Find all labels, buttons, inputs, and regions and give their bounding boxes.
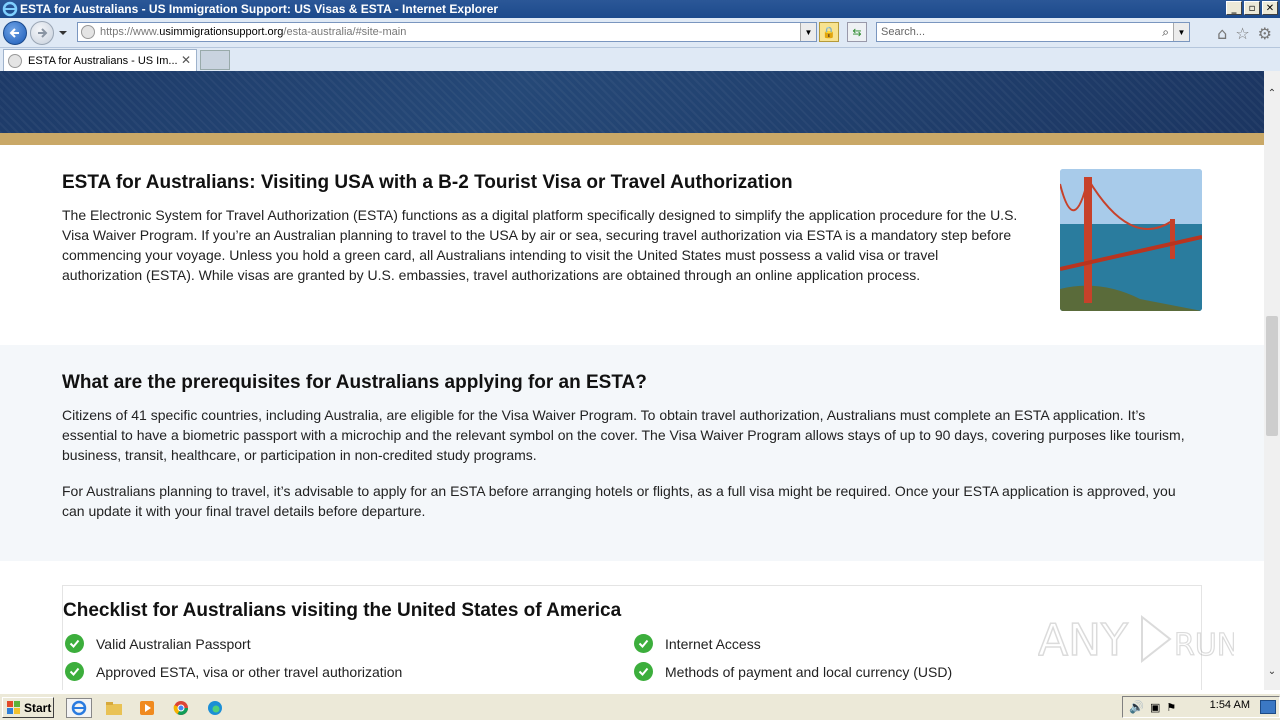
golden-gate-bridge-image <box>1060 169 1202 311</box>
taskbar-explorer-folder-icon[interactable] <box>104 698 124 718</box>
address-bar[interactable]: https://www. usimmigrationsupport.org /e… <box>77 22 817 42</box>
system-tray: 🔊 ▣ ⚑ <box>1122 696 1280 718</box>
favorites-star-icon[interactable]: ☆ <box>1235 24 1249 43</box>
new-tab-button[interactable] <box>200 50 230 70</box>
tab-close-icon[interactable]: ✕ <box>181 53 191 67</box>
action-center-flag-icon[interactable]: ⚑ <box>1166 701 1176 714</box>
prerequisites-heading: What are the prerequisites for Australia… <box>62 372 647 393</box>
window-title: ESTA for Australians - US Immigration Su… <box>20 2 499 16</box>
intro-section: ESTA for Australians: Visiting USA with … <box>0 145 1264 345</box>
recent-pages-dropdown-icon[interactable] <box>58 28 68 38</box>
back-button[interactable] <box>3 21 27 45</box>
scrollbar-thumb[interactable] <box>1266 316 1278 436</box>
tab-favicon-icon <box>8 53 22 68</box>
windows-taskbar: Start 🔊 ▣ ⚑ 1:54 AM <box>0 693 1280 720</box>
bridge-illustration <box>1060 169 1202 311</box>
site-favicon-icon <box>81 25 95 39</box>
maximize-button[interactable]: ▫ <box>1244 1 1260 15</box>
checklist-item: Internet Access <box>634 634 761 653</box>
check-icon <box>634 634 653 653</box>
scroll-up-icon[interactable]: ⌃ <box>1264 85 1280 101</box>
network-icon[interactable]: ▣ <box>1150 701 1160 714</box>
security-lock-icon[interactable]: 🔒 <box>819 22 839 42</box>
search-placeholder: Search... <box>881 26 926 38</box>
intro-heading: ESTA for Australians: Visiting USA with … <box>62 172 793 193</box>
hero-banner <box>0 71 1264 133</box>
taskbar-edge-icon[interactable] <box>205 698 225 718</box>
tab-esta-australians[interactable]: ESTA for Australians - US Im... ✕ <box>3 49 197 71</box>
navigation-bar: https://www. usimmigrationsupport.org /e… <box>0 18 1280 48</box>
taskbar-chrome-icon[interactable] <box>171 698 191 718</box>
checklist-item-label: Methods of payment and local currency (U… <box>665 663 953 680</box>
taskbar-ie-icon[interactable] <box>66 698 92 718</box>
check-icon <box>634 662 653 681</box>
intro-paragraph: The Electronic System for Travel Authori… <box>62 207 1018 283</box>
internet-explorer-icon <box>2 1 18 17</box>
taskbar-clock[interactable]: 1:54 AM <box>1210 699 1250 711</box>
home-icon[interactable]: ⌂ <box>1217 24 1227 43</box>
url-prefix: https://www. <box>100 26 160 38</box>
url-path: /esta-australia/#site-main <box>283 26 407 38</box>
checklist-item-label: Valid Australian Passport <box>96 635 251 652</box>
gold-divider <box>0 133 1264 145</box>
page-viewport: ESTA for Australians: Visiting USA with … <box>0 71 1264 690</box>
prerequisites-paragraph-2: For Australians planning to travel, it’s… <box>62 483 1176 519</box>
tab-bar: ESTA for Australians - US Im... ✕ <box>0 48 1280 71</box>
windows-logo-icon <box>7 700 20 714</box>
checklist-item: Approved ESTA, visa or other travel auth… <box>65 662 402 681</box>
search-input[interactable]: Search... ⌕ ▼ <box>876 22 1190 42</box>
scroll-down-icon[interactable]: ⌄ <box>1264 663 1280 679</box>
start-label: Start <box>24 700 52 715</box>
volume-icon[interactable]: 🔊 <box>1129 700 1144 714</box>
window-title-bar: ESTA for Australians - US Immigration Su… <box>0 0 1280 18</box>
show-desktop-icon[interactable] <box>1260 700 1276 714</box>
url-domain: usimmigrationsupport.org <box>159 26 284 38</box>
anyrun-watermark-logo: ANY RUN <box>1038 614 1234 667</box>
search-icon[interactable]: ⌕ <box>1162 25 1169 40</box>
checklist-heading: Checklist for Australians visiting the U… <box>63 600 622 621</box>
svg-text:ANY: ANY <box>1038 615 1128 666</box>
forward-button[interactable] <box>30 21 54 45</box>
checklist-card: Checklist for Australians visiting the U… <box>62 585 1202 690</box>
checklist-item-label: Approved ESTA, visa or other travel auth… <box>96 663 403 680</box>
check-icon <box>65 662 84 681</box>
back-arrow-icon <box>9 28 19 38</box>
svg-text:RUN: RUN <box>1174 628 1234 663</box>
checklist-item-label: Internet Access <box>665 635 761 652</box>
taskbar-media-player-icon[interactable] <box>137 698 157 718</box>
close-button[interactable]: ✕ <box>1262 1 1278 15</box>
vertical-scrollbar[interactable]: ⌃ ⌄ <box>1264 71 1280 690</box>
checklist-item: Methods of payment and local currency (U… <box>634 662 952 681</box>
forward-arrow-icon <box>38 28 48 38</box>
minimize-button[interactable]: _ <box>1226 1 1242 15</box>
checklist-item: Valid Australian Passport <box>65 634 251 653</box>
check-icon <box>65 634 84 653</box>
settings-gear-icon[interactable]: ⚙ <box>1258 24 1272 43</box>
address-dropdown-icon[interactable]: ▼ <box>800 23 816 41</box>
search-dropdown-icon[interactable]: ▼ <box>1173 23 1189 41</box>
tab-label: ESTA for Australians - US Im... <box>28 54 178 67</box>
prerequisites-section: What are the prerequisites for Australia… <box>0 345 1264 561</box>
prerequisites-paragraph-1: Citizens of 41 specific countries, inclu… <box>62 407 1185 463</box>
compatibility-refresh-icon[interactable]: ⇆ <box>847 22 867 42</box>
start-button[interactable]: Start <box>2 697 54 718</box>
